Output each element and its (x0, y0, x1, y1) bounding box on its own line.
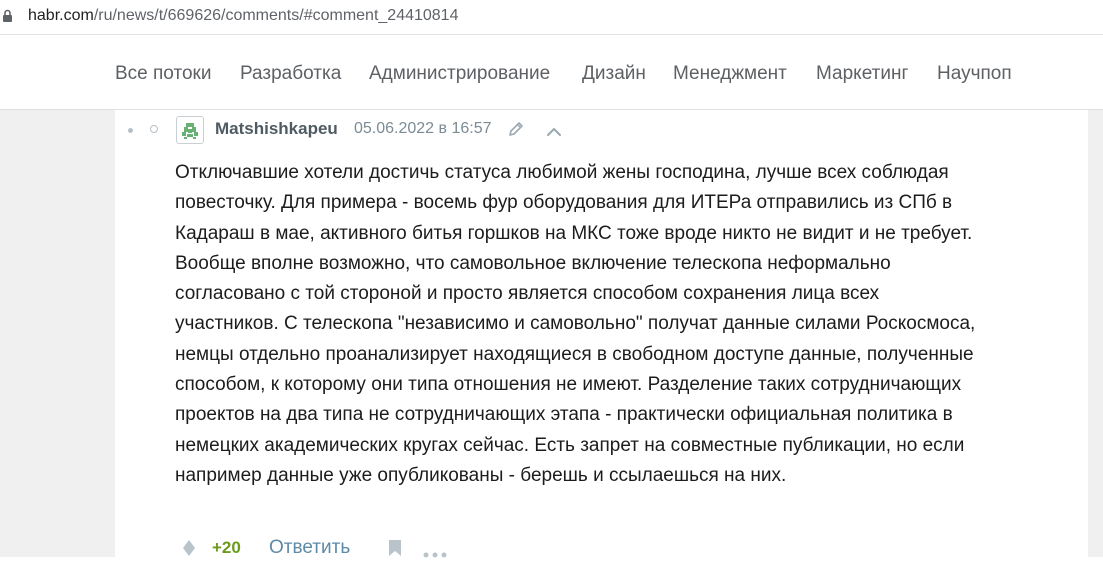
browser-address-bar[interactable]: habr.com/ru/news/t/669626/comments/#comm… (0, 0, 1103, 35)
lock-icon[interactable] (2, 9, 13, 28)
url-host: habr.com (28, 7, 94, 24)
avatar[interactable] (176, 116, 204, 144)
thread-level-ring[interactable] (150, 125, 158, 133)
url-path: /ru/news/t/669626/comments/#comment_2441… (93, 7, 459, 24)
hubs-navigation: Все потоки Разработка Администрирование … (0, 35, 1103, 110)
chevron-up-icon[interactable] (546, 124, 562, 142)
thread-level-dot[interactable] (128, 128, 133, 133)
comment-score: +20 (212, 538, 241, 557)
url-text[interactable]: habr.com/ru/news/t/669626/comments/#comm… (28, 7, 458, 25)
nav-item-marketing[interactable]: Маркетинг (816, 63, 908, 85)
reply-button[interactable]: Ответить (269, 537, 350, 559)
nav-item-popsci[interactable]: Научпоп (937, 63, 1012, 85)
nav-item-all-flows[interactable]: Все потоки (115, 63, 211, 85)
comment-body: Отключавшие хотели достичь статуса любим… (175, 162, 976, 486)
more-dots-icon[interactable] (423, 545, 447, 563)
comment-author[interactable]: Matshishkapeu (215, 119, 338, 139)
nav-item-management[interactable]: Менеджмент (673, 63, 787, 85)
avatar-identicon (182, 123, 198, 139)
nav-item-administration[interactable]: Администрирование (369, 63, 550, 85)
bookmark-icon[interactable] (388, 539, 402, 562)
comment-date[interactable]: 05.06.2022 в 16:57 (354, 120, 492, 138)
nav-item-design[interactable]: Дизайн (582, 63, 646, 85)
vote-diamond-icon[interactable] (181, 539, 197, 562)
nav-item-development[interactable]: Разработка (240, 63, 341, 85)
pencil-icon[interactable] (508, 121, 524, 142)
